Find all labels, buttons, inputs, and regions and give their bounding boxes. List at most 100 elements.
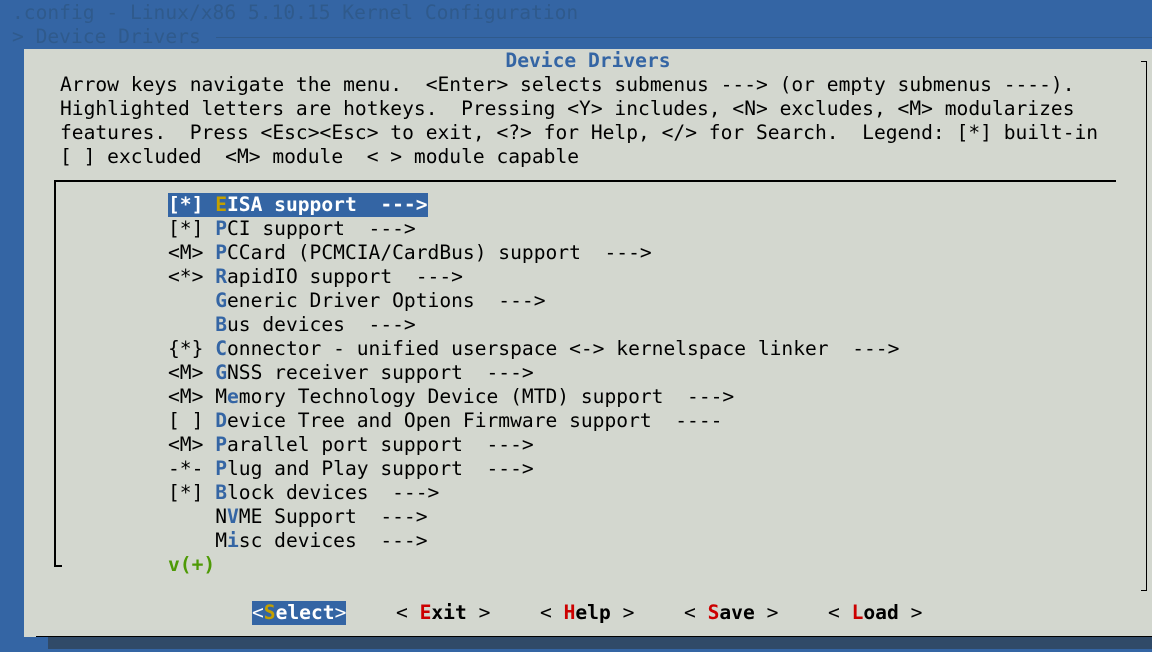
button-hotkey: H: [563, 601, 576, 624]
menu-item-state: {*}: [168, 337, 216, 360]
menu-item-hotkey: P: [215, 433, 227, 456]
menu-item-label: onnector - unified userspace <-> kernels…: [226, 337, 900, 360]
menu-item[interactable]: [*] EISA support --->: [168, 193, 428, 217]
button-label: xit: [431, 601, 467, 624]
menu-item-label: eneric Driver Options --->: [226, 289, 546, 312]
menu-item-hotkey: C: [215, 337, 227, 360]
dialog-bottom-border: [36, 636, 1152, 637]
menu-item-label: ME Support --->: [238, 505, 428, 528]
breadcrumb-rule: [216, 37, 1152, 38]
scroll-more-indicator: v(+): [168, 553, 216, 576]
button-bracket: >: [610, 601, 635, 624]
menu-item-label: NSS receiver support --->: [226, 361, 534, 384]
select-button[interactable]: <Select>: [252, 601, 347, 625]
menu-item-label: lock devices --->: [226, 481, 440, 504]
menu-item[interactable]: <M> Parallel port support --->: [168, 433, 534, 457]
menu-item[interactable]: Misc devices --->: [168, 529, 428, 553]
load-button[interactable]: < Load >: [828, 601, 922, 625]
help-text-line: Arrow keys navigate the menu. <Enter> se…: [60, 73, 1075, 96]
menu-item-hotkey: P: [215, 217, 227, 240]
menu-item[interactable]: {*} Connector - unified userspace <-> ke…: [168, 337, 899, 361]
menu-item-label: sc devices --->: [238, 529, 428, 552]
button-bracket: >: [334, 601, 347, 624]
menu-item-state: -*-: [168, 457, 216, 480]
menu-item-state: [*]: [168, 481, 216, 504]
button-label: elect: [275, 601, 335, 624]
dialog-shadow: [48, 637, 1152, 649]
menu-item-state: [168, 529, 215, 552]
exit-button[interactable]: < Exit >: [396, 601, 490, 625]
menu-item-state: <M>: [168, 433, 216, 456]
menu-item-label: ISA support --->: [226, 193, 428, 216]
menu-item-hotkey: G: [215, 361, 227, 384]
button-bracket: <: [828, 601, 852, 624]
button-bracket: >: [466, 601, 491, 624]
menu-item-label: CI support --->: [226, 217, 416, 240]
menu-item[interactable]: <*> RapidIO support --->: [168, 265, 463, 289]
menu-item-hotkey: B: [215, 481, 227, 504]
menu-item-hotkey: B: [215, 313, 227, 336]
button-bracket: >: [754, 601, 779, 624]
menu-item[interactable]: Generic Driver Options --->: [168, 289, 546, 313]
menu-item-label-prefix: M: [215, 529, 227, 552]
menu-item[interactable]: [*] PCI support --->: [168, 217, 416, 241]
menu-item[interactable]: <M> GNSS receiver support --->: [168, 361, 534, 385]
button-label: elp: [575, 601, 611, 624]
menu-item-label: mory Technology Device (MTD) support ---…: [238, 385, 735, 408]
menu-item-label-prefix: M: [215, 385, 227, 408]
menu-item-hotkey: D: [215, 409, 227, 432]
menu-item-hotkey: R: [215, 265, 227, 288]
button-hotkey: L: [851, 601, 864, 624]
menu-item-state: <M>: [168, 385, 216, 408]
menu-item-label-prefix: N: [215, 505, 227, 528]
help-text-line: Highlighted letters are hotkeys. Pressin…: [60, 97, 1075, 120]
menu-item-state: [168, 313, 215, 336]
menu-item-state: [ ]: [168, 409, 216, 432]
dialog-title: Device Drivers: [505, 49, 671, 72]
menu-item[interactable]: <M> PCCard (PCMCIA/CardBus) support --->: [168, 241, 652, 265]
menu-item-hotkey: P: [215, 457, 227, 480]
menu-item-label: lug and Play support --->: [226, 457, 534, 480]
menu-box-border: [54, 565, 62, 567]
menu-item-state: [*]: [168, 193, 216, 216]
menu-item[interactable]: NVME Support --->: [168, 505, 428, 529]
menu-item-label: evice Tree and Open Firmware support ---…: [226, 409, 723, 432]
menu-item-label: us devices --->: [226, 313, 416, 336]
menu-box-border: [54, 180, 56, 567]
help-button[interactable]: < Help >: [540, 601, 634, 625]
dialog-right-border: [1146, 61, 1147, 591]
menu-item-label: arallel port support --->: [226, 433, 534, 456]
menu-item[interactable]: Bus devices --->: [168, 313, 416, 337]
menu-item-hotkey: G: [215, 289, 227, 312]
menu-item-state: [168, 289, 215, 312]
menu-box-border: [54, 180, 1116, 182]
button-bracket: <: [540, 601, 564, 624]
menu-item-hotkey: E: [215, 193, 227, 216]
save-button[interactable]: < Save >: [684, 601, 778, 625]
help-text-line: [ ] excluded <M> module < > module capab…: [60, 145, 580, 168]
menu-item-hotkey: i: [226, 529, 239, 552]
menu-item[interactable]: [*] Block devices --->: [168, 481, 439, 505]
menu-item[interactable]: [ ] Device Tree and Open Firmware suppor…: [168, 409, 722, 433]
button-hotkey: S: [707, 601, 720, 624]
menu-item-hotkey: e: [226, 385, 239, 408]
button-label: oad: [863, 601, 899, 624]
window-title: .config - Linux/x86 5.10.15 Kernel Confi…: [12, 1, 579, 24]
menu-item-state: <*>: [168, 265, 216, 288]
menu-item[interactable]: -*- Plug and Play support --->: [168, 457, 534, 481]
help-text-line: features. Press <Esc><Esc> to exit, <?> …: [60, 121, 1099, 144]
menu-item[interactable]: <M> Memory Technology Device (MTD) suppo…: [168, 385, 734, 409]
dialog-corner-tick: [1141, 590, 1147, 591]
button-bracket: <: [684, 601, 708, 624]
menu-item-hotkey: P: [215, 241, 227, 264]
button-hotkey: S: [263, 601, 276, 624]
menu-item-hotkey: V: [226, 505, 239, 528]
button-hotkey: E: [419, 601, 432, 624]
menu-item-state: [168, 505, 215, 528]
menu-item-state: <M>: [168, 361, 216, 384]
button-bracket: <: [396, 601, 420, 624]
button-bracket: <: [252, 601, 264, 624]
button-bracket: >: [898, 601, 923, 624]
menu-item-state: [*]: [168, 217, 216, 240]
breadcrumb: > Device Drivers: [12, 25, 201, 48]
